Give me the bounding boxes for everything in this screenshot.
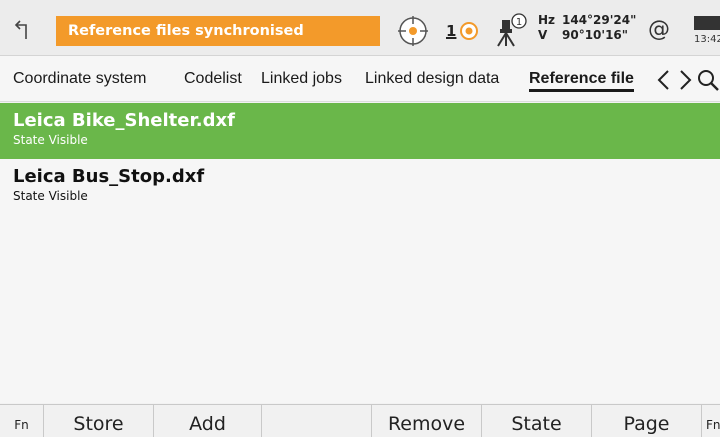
state-label: State xyxy=(13,133,45,147)
back-button[interactable] xyxy=(6,16,42,44)
chevron-right-icon[interactable] xyxy=(674,66,698,94)
fn-left-button[interactable]: Fn xyxy=(0,405,44,437)
state-button[interactable]: State xyxy=(482,405,592,437)
instrument-face-icon[interactable]: 1 xyxy=(494,12,528,48)
target-crosshair-icon[interactable] xyxy=(394,15,432,47)
status-bar: Reference files synchronised 1 1 Hz 144°… xyxy=(0,0,720,56)
file-name: Leica Bike_Shelter.dxf xyxy=(13,110,235,131)
state-label: State xyxy=(13,189,45,203)
connection-at-icon[interactable]: @ xyxy=(648,18,670,42)
prism-icon[interactable] xyxy=(458,20,480,42)
tab-linked-jobs[interactable]: Linked jobs xyxy=(261,70,342,88)
file-state: State Visible xyxy=(13,188,720,204)
search-icon[interactable] xyxy=(696,66,720,94)
svg-text:1: 1 xyxy=(516,17,522,28)
state-value: Visible xyxy=(48,189,88,203)
back-arrow-icon xyxy=(14,20,27,39)
hz-label: Hz xyxy=(538,13,556,27)
state-value: Visible xyxy=(48,133,88,147)
fn-right-button[interactable]: Fn xyxy=(702,405,720,437)
function-key-bar: Fn Store Add Remove State Page Fn xyxy=(0,404,720,437)
hz-value: 144°29'24" xyxy=(562,13,637,27)
chevron-left-icon[interactable] xyxy=(651,66,675,94)
tab-coordinate-system[interactable]: Coordinate system xyxy=(13,70,146,88)
empty-key[interactable] xyxy=(262,405,372,437)
list-item[interactable]: Leica Bus_Stop.dxf State Visible xyxy=(0,159,720,215)
angle-readout[interactable]: Hz 144°29'24" V 90°10'16" xyxy=(538,13,636,43)
v-value: 90°10'16" xyxy=(562,28,629,42)
reference-file-list: Leica Bike_Shelter.dxf State Visible Lei… xyxy=(0,103,720,403)
tab-bar: Coordinate system Codelist Linked jobs L… xyxy=(0,56,720,102)
tab-reference-file[interactable]: Reference file xyxy=(529,70,634,92)
clock: 13:42 xyxy=(694,34,720,45)
tab-codelist[interactable]: Codelist xyxy=(184,70,242,88)
store-button[interactable]: Store xyxy=(44,405,154,437)
page-button[interactable]: Page xyxy=(592,405,702,437)
remove-button[interactable]: Remove xyxy=(372,405,482,437)
list-item[interactable]: Leica Bike_Shelter.dxf State Visible xyxy=(0,103,720,159)
status-message[interactable]: Reference files synchronised xyxy=(56,16,380,46)
prism-number[interactable]: 1 xyxy=(446,22,456,40)
v-label: V xyxy=(538,28,548,42)
file-name: Leica Bus_Stop.dxf xyxy=(13,166,205,187)
battery-icon[interactable] xyxy=(694,16,720,30)
add-button[interactable]: Add xyxy=(154,405,262,437)
file-state: State Visible xyxy=(13,132,720,148)
tab-linked-design-data[interactable]: Linked design data xyxy=(365,70,499,88)
